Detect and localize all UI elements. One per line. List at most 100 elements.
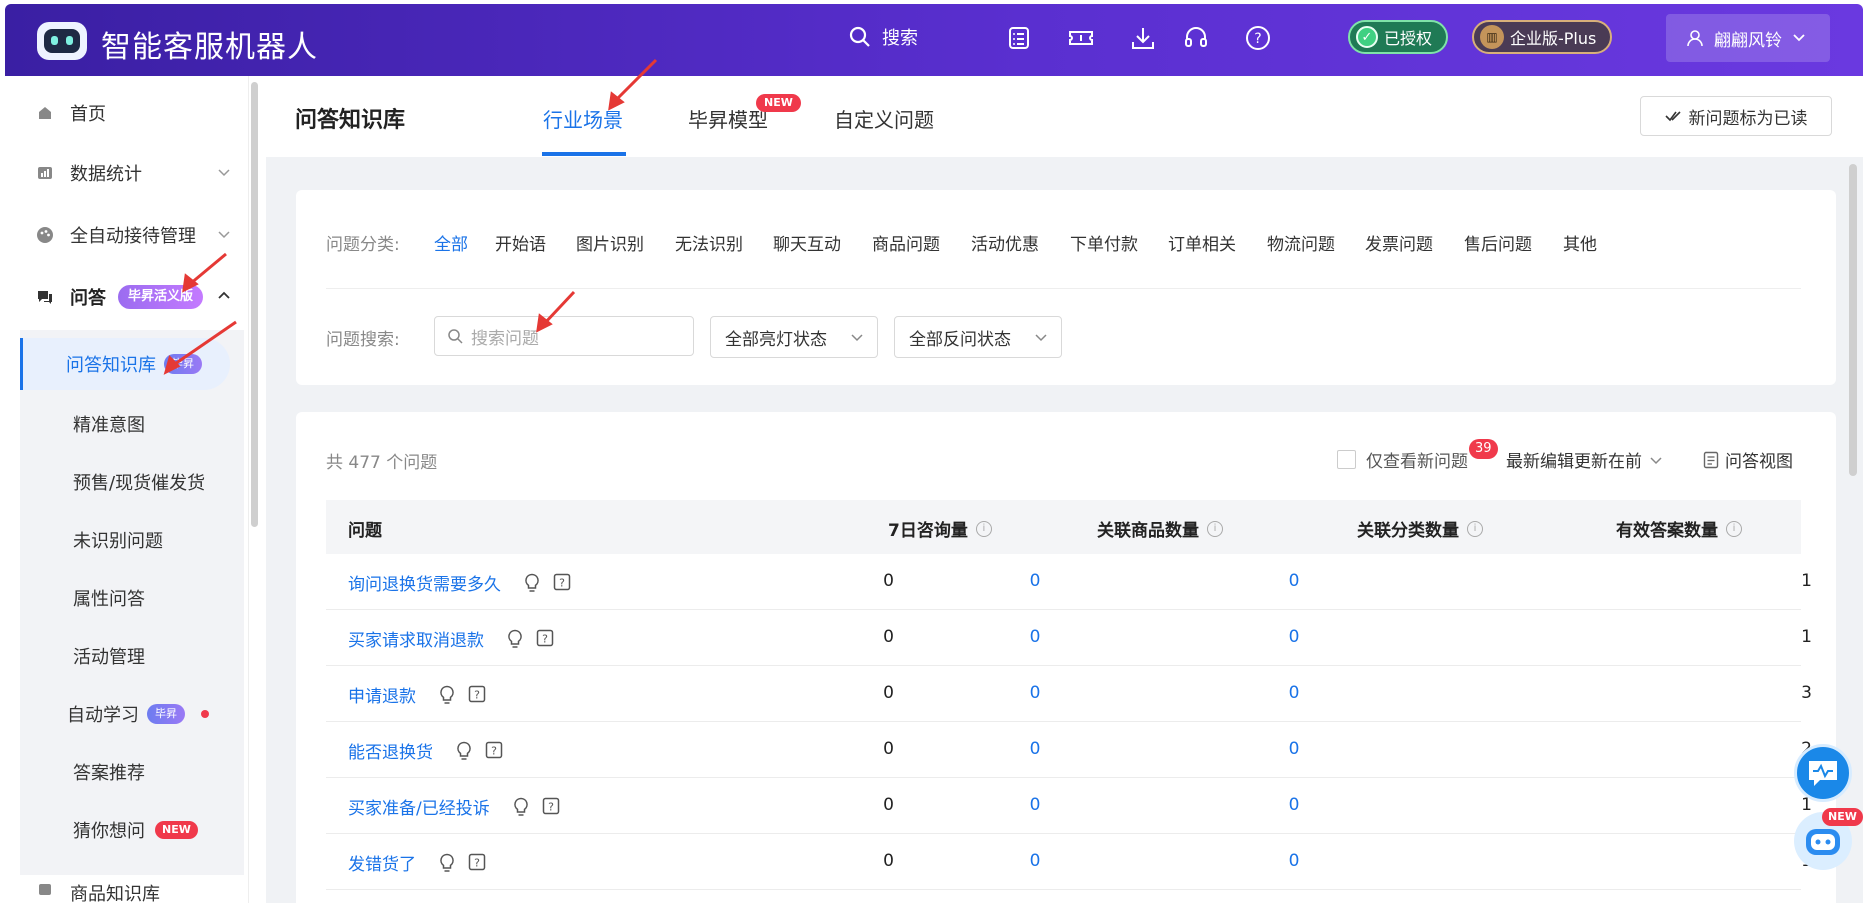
question-link[interactable]: 买家请求取消退款? <box>348 626 556 651</box>
lightbulb-icon[interactable] <box>438 685 458 705</box>
info-icon[interactable]: i <box>1207 520 1223 537</box>
question-text[interactable]: 买家请求取消退款 <box>348 626 484 651</box>
sort-select[interactable]: 最新编辑更新在前 <box>1506 447 1662 472</box>
box-icon <box>36 880 54 898</box>
valid-answers-count: 3 <box>1801 683 1812 703</box>
question-link[interactable]: 能否退换货? <box>348 738 505 763</box>
related-goods-count[interactable]: 0 <box>1005 851 1065 871</box>
sidebar-item-auto-learn[interactable]: 自动学习 毕昇 <box>20 688 244 740</box>
related-categories-count[interactable]: 0 <box>1264 795 1324 815</box>
question-mark-icon[interactable]: ? <box>536 629 556 649</box>
sidebar-item-qa[interactable]: 问答 毕昇活义版 <box>0 272 244 322</box>
related-goods-count[interactable]: 0 <box>1005 571 1065 591</box>
user-menu-button[interactable]: 翩翩风铃 <box>1666 14 1830 62</box>
assistant-float-button[interactable] <box>1794 744 1852 802</box>
question-link[interactable]: 申请退款? <box>348 682 488 707</box>
sidebar-item-home[interactable]: 首页 <box>0 88 244 138</box>
main-scrollbar[interactable] <box>1849 164 1857 476</box>
mark-read-button[interactable]: 新问题标为已读 <box>1640 96 1832 136</box>
tab-bisheng-model[interactable]: 毕昇模型 <box>688 104 768 133</box>
question-search-input[interactable]: 搜索问题 <box>434 316 694 356</box>
lightbulb-icon[interactable] <box>438 853 458 873</box>
svg-text:?: ? <box>542 632 548 645</box>
sidebar-item-product-knowledge[interactable]: 商品知识库 <box>0 880 244 903</box>
category-opening[interactable]: 开始语 <box>495 230 546 255</box>
sidebar-item-presale[interactable]: 预售/现货催发货 <box>20 456 244 508</box>
category-promotion[interactable]: 活动优惠 <box>971 230 1039 255</box>
info-icon[interactable]: i <box>1467 520 1483 537</box>
valid-answers-count: 1 <box>1801 795 1812 815</box>
sidebar-item-statistics[interactable]: 数据统计 <box>0 148 244 198</box>
category-order[interactable]: 订单相关 <box>1168 230 1236 255</box>
sidebar-item-guess[interactable]: 猜你想问 NEW <box>20 804 244 856</box>
tab-industry-scene[interactable]: 行业场景 <box>543 104 623 133</box>
category-logistics[interactable]: 物流问题 <box>1267 230 1335 255</box>
sidebar-item-activity[interactable]: 活动管理 <box>20 630 244 682</box>
sidebar-item-unrecognized[interactable]: 未识别问题 <box>20 514 244 566</box>
related-goods-count[interactable]: 0 <box>1005 683 1065 703</box>
table-row[interactable]: 发错货了?0001 <box>326 834 1812 890</box>
checklist-icon[interactable] <box>1005 24 1033 52</box>
category-after-sale[interactable]: 售后问题 <box>1464 230 1532 255</box>
headset-icon[interactable] <box>1182 24 1210 52</box>
lightbulb-icon[interactable] <box>455 741 475 761</box>
related-categories-count[interactable]: 0 <box>1264 627 1324 647</box>
related-categories-count[interactable]: 0 <box>1264 571 1324 591</box>
tab-custom-question[interactable]: 自定义问题 <box>834 104 934 133</box>
related-categories-count[interactable]: 0 <box>1264 851 1324 871</box>
category-other[interactable]: 其他 <box>1563 230 1597 255</box>
only-new-checkbox[interactable] <box>1337 450 1356 469</box>
table-row[interactable]: 买家请求取消退款? 0 0 0 1 <box>326 610 1812 666</box>
category-image-recognition[interactable]: 图片识别 <box>576 230 644 255</box>
sidebar-item-qa-knowledge[interactable]: 问答知识库 毕昇 <box>20 338 230 390</box>
chevron-down-icon <box>851 334 863 342</box>
category-invoice[interactable]: 发票问题 <box>1365 230 1433 255</box>
table-row[interactable]: 买家准备/已经投诉? 0 0 0 1 <box>326 778 1812 834</box>
question-text[interactable]: 买家准备/已经投诉 <box>348 794 490 819</box>
question-mark-icon[interactable]: ? <box>468 685 488 705</box>
question-text[interactable]: 能否退换货 <box>348 738 433 763</box>
category-all[interactable]: 全部 <box>434 230 468 255</box>
light-status-select[interactable]: 全部亮灯状态 <box>710 316 878 358</box>
help-icon[interactable]: ? <box>1244 24 1272 52</box>
lightbulb-icon[interactable] <box>506 629 526 649</box>
related-goods-count[interactable]: 0 <box>1005 795 1065 815</box>
question-text[interactable]: 询问退换货需要多久 <box>348 570 501 595</box>
qa-view-button[interactable]: 问答视图 <box>1703 447 1793 472</box>
category-chat[interactable]: 聊天互动 <box>773 230 841 255</box>
question-mark-icon[interactable]: ? <box>468 853 488 873</box>
category-payment[interactable]: 下单付款 <box>1070 230 1138 255</box>
only-new-filter[interactable]: 仅查看新问题 <box>1337 447 1468 472</box>
ticket-icon[interactable] <box>1067 24 1095 52</box>
sidebar-item-attribute-qa[interactable]: 属性问答 <box>20 572 244 624</box>
question-mark-icon[interactable]: ? <box>485 741 505 761</box>
table-row[interactable]: 询问退换货需要多久? 0 0 0 1 <box>326 554 1812 610</box>
lightbulb-icon[interactable] <box>512 797 532 817</box>
table-row[interactable]: 能否退换货?0002 <box>326 722 1812 778</box>
info-icon[interactable]: i <box>1726 520 1742 537</box>
question-link[interactable]: 发错货了? <box>348 850 488 875</box>
feedback-status-select[interactable]: 全部反问状态 <box>894 316 1062 358</box>
related-goods-count[interactable]: 0 <box>1005 627 1065 647</box>
sidebar-item-answer-recommend[interactable]: 答案推荐 <box>20 746 244 798</box>
sidebar-item-auto-reception[interactable]: 全自动接待管理 <box>0 210 244 260</box>
category-product[interactable]: 商品问题 <box>872 230 940 255</box>
check-icon: ✓ <box>1356 26 1378 48</box>
download-icon[interactable] <box>1129 24 1157 52</box>
question-mark-icon[interactable]: ? <box>553 573 573 593</box>
question-link[interactable]: 买家准备/已经投诉? <box>348 794 562 819</box>
related-goods-count[interactable]: 0 <box>1005 739 1065 759</box>
sidebar-scrollbar[interactable] <box>251 82 258 527</box>
question-text[interactable]: 申请退款 <box>348 682 416 707</box>
lightbulb-icon[interactable] <box>523 573 543 593</box>
info-icon[interactable]: i <box>975 520 992 537</box>
question-text[interactable]: 发错货了 <box>348 850 416 875</box>
question-mark-icon[interactable]: ? <box>542 797 562 817</box>
related-categories-count[interactable]: 0 <box>1264 683 1324 703</box>
related-categories-count[interactable]: 0 <box>1264 739 1324 759</box>
table-row[interactable]: 申请退款? 0 0 0 3 <box>326 666 1812 722</box>
global-search-button[interactable]: 搜索 <box>848 24 918 50</box>
category-unrecognized[interactable]: 无法识别 <box>675 230 743 255</box>
sidebar-item-precise-intent[interactable]: 精准意图 <box>20 398 244 450</box>
question-link[interactable]: 询问退换货需要多久? <box>348 570 573 595</box>
